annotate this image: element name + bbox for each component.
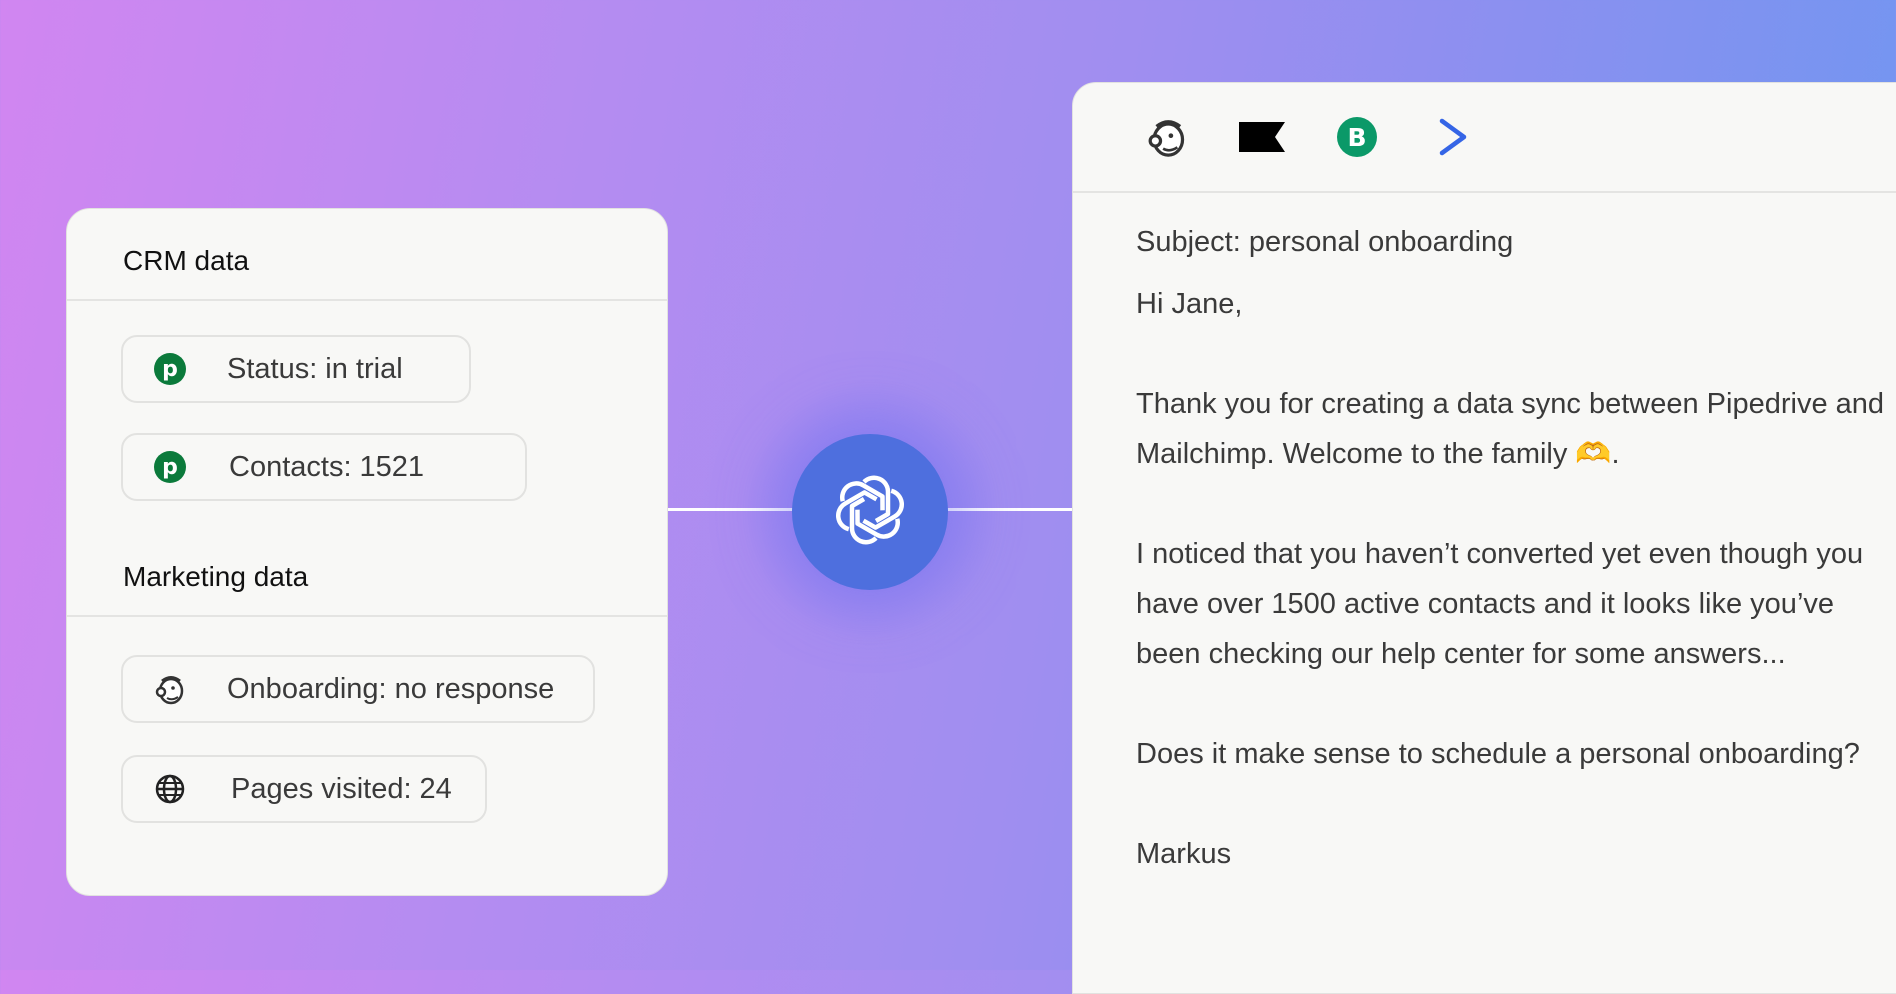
email-signature: Markus bbox=[1136, 838, 1232, 870]
activecampaign-icon[interactable] bbox=[1429, 113, 1477, 161]
onboarding-value: no response bbox=[394, 672, 555, 705]
svg-text:B: B bbox=[1347, 123, 1366, 152]
mailchimp-icon[interactable] bbox=[1143, 113, 1191, 161]
klaviyo-flag-icon[interactable] bbox=[1238, 113, 1286, 161]
globe-icon bbox=[153, 772, 187, 806]
pages-visited-pill: Pages visited: 24 bbox=[121, 755, 487, 823]
email-toolbar: B bbox=[1073, 83, 1896, 193]
marketing-data-title: Marketing data bbox=[123, 561, 309, 592]
crm-data-title: CRM data bbox=[123, 245, 250, 276]
crm-divider bbox=[67, 299, 667, 301]
email-paragraph: Does it make sense to schedule a persona… bbox=[1136, 738, 1860, 770]
onboarding-key: Onboarding: bbox=[227, 672, 387, 705]
connector-line-right bbox=[946, 508, 1072, 511]
openai-icon bbox=[830, 470, 910, 555]
contacts-value: 1521 bbox=[359, 450, 425, 483]
contacts-key: Contacts: bbox=[229, 450, 352, 483]
ai-node bbox=[792, 434, 948, 590]
email-body: Hi Jane, Thank you for creating a data s… bbox=[1136, 279, 1896, 929]
marketing-divider bbox=[67, 615, 667, 617]
pages-visited-key: Pages visited: bbox=[231, 772, 412, 805]
email-paragraph: Thank you for creating a data sync betwe… bbox=[1136, 388, 1885, 470]
status-value: in trial bbox=[325, 352, 403, 385]
pages-visited-value: 24 bbox=[419, 772, 452, 805]
email-paragraph: I noticed that you haven’t converted yet… bbox=[1136, 538, 1864, 670]
pipedrive-icon: p bbox=[153, 352, 187, 386]
contacts-pill: p Contacts: 1521 bbox=[121, 433, 527, 501]
email-greeting: Hi Jane, bbox=[1136, 288, 1243, 320]
onboarding-pill: Onboarding: no response bbox=[121, 655, 595, 723]
status-pill: p Status: in trial bbox=[121, 335, 471, 403]
connector-line-left bbox=[666, 508, 796, 511]
pipedrive-icon: p bbox=[153, 450, 187, 484]
email-card: B Subject: personal onboarding Hi Jane, … bbox=[1072, 82, 1896, 994]
brevo-icon[interactable]: B bbox=[1333, 113, 1381, 161]
status-key: Status: bbox=[227, 352, 318, 385]
email-subject: Subject: personal onboarding bbox=[1136, 226, 1514, 258]
crm-data-card: CRM data p Status: in trial p Contacts: … bbox=[66, 208, 668, 896]
mailchimp-icon bbox=[153, 672, 187, 706]
